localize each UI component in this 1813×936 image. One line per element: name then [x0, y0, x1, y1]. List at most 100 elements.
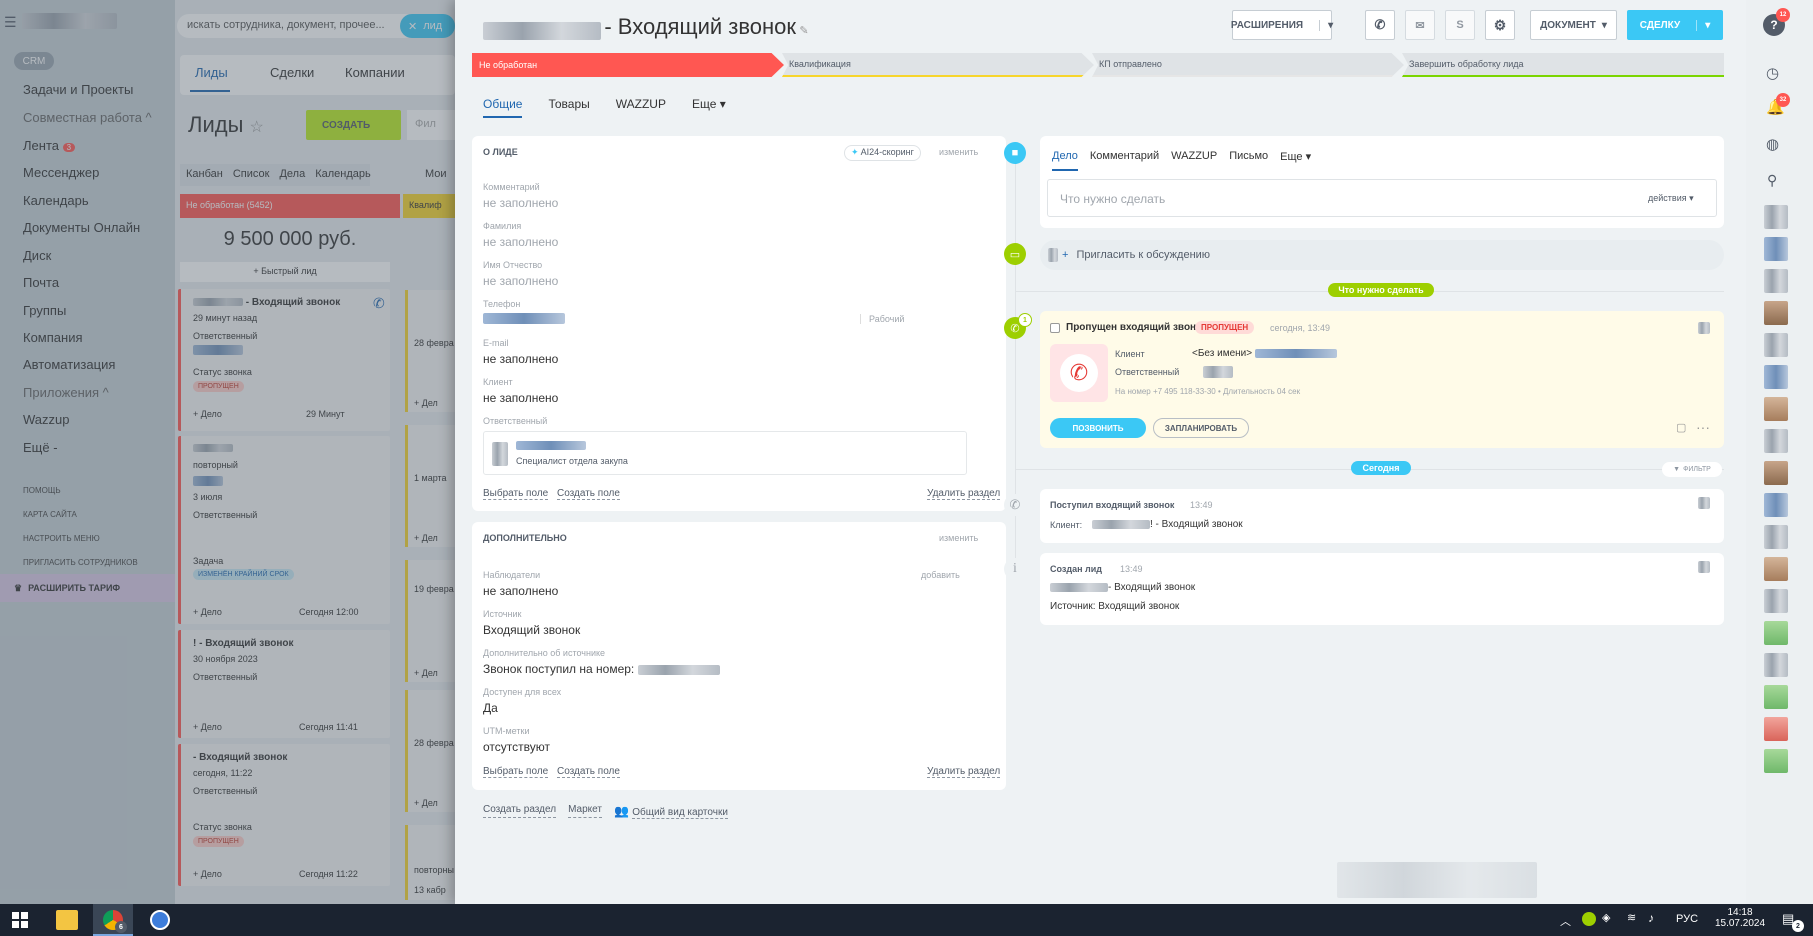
done-checkbox[interactable]: [1050, 323, 1060, 333]
tab-wazzup[interactable]: WAZZUP: [1171, 150, 1217, 171]
comment-value[interactable]: не заполнено: [483, 196, 558, 210]
call-button[interactable]: ✆: [1365, 10, 1395, 40]
avatar[interactable]: [1764, 237, 1788, 261]
delete-section-link[interactable]: Удалить раздел: [927, 488, 1001, 500]
people-icon: 👥: [613, 804, 629, 818]
settings-button[interactable]: ⚙: [1485, 10, 1515, 40]
market-link[interactable]: Маркет: [568, 804, 602, 818]
gear-icon: ⚙: [1493, 16, 1507, 33]
stage-offer-sent[interactable]: КП отправлено: [1092, 53, 1404, 77]
missed-call-title[interactable]: Пропущен входящий звонок: [1066, 322, 1207, 333]
convert-to-deal-button[interactable]: СДЕЛКУ ▾: [1627, 10, 1723, 40]
created-source: Источник: Входящий звонок: [1050, 601, 1180, 612]
card-view-link[interactable]: 👥 Общий вид карточки: [613, 804, 728, 819]
avatar[interactable]: [1764, 397, 1788, 421]
client-link[interactable]: ! - Входящий звонок: [1092, 519, 1243, 530]
edit-section-link[interactable]: изменить: [939, 533, 978, 543]
avatar[interactable]: [1764, 749, 1788, 773]
avatar[interactable]: [1764, 269, 1788, 293]
field-label: Дополнительно об источнике: [483, 648, 606, 658]
windows-start-icon[interactable]: [12, 912, 28, 928]
stage-qualification[interactable]: Квалификация: [782, 53, 1094, 77]
edit-pencil-icon[interactable]: ✎: [799, 25, 808, 37]
observers-value[interactable]: не заполнено: [483, 584, 558, 598]
avatar[interactable]: [1764, 493, 1788, 517]
avatar[interactable]: [1764, 333, 1788, 357]
opened-value[interactable]: Да: [483, 701, 498, 715]
select-field-link[interactable]: Выбрать поле: [483, 766, 549, 778]
avatar[interactable]: [1764, 621, 1788, 645]
created-lead-link[interactable]: - Входящий звонок: [1050, 582, 1195, 593]
responsible-name[interactable]: [516, 441, 586, 450]
stage-finish[interactable]: Завершить обработку лида: [1402, 53, 1724, 77]
schedule-button[interactable]: ЗАПЛАНИРОВАТЬ: [1153, 418, 1249, 438]
clock[interactable]: 14:18 15.07.2024: [1710, 907, 1770, 929]
volume-icon[interactable]: ♪: [1648, 911, 1654, 925]
tray-shield-icon[interactable]: ◈: [1602, 911, 1610, 924]
tab-more[interactable]: Еще ▾: [1280, 150, 1311, 171]
avatar[interactable]: [1764, 557, 1788, 581]
file-explorer-icon[interactable]: [56, 910, 78, 930]
bitrix-app-icon[interactable]: [150, 910, 170, 930]
phone-value[interactable]: [483, 313, 565, 324]
call-back-button[interactable]: ПОЗВОНИТЬ: [1050, 418, 1146, 438]
more-icon[interactable]: ···: [1696, 419, 1710, 435]
avatar[interactable]: [1764, 653, 1788, 677]
avatar[interactable]: [1764, 589, 1788, 613]
phone-type[interactable]: Рабочий: [860, 314, 904, 324]
create-field-link[interactable]: Создать поле: [557, 488, 620, 500]
ai-scoring-button[interactable]: ✦ AI24-скоринг: [844, 145, 921, 161]
extensions-button[interactable]: РАСШИРЕНИЯ ▾: [1231, 10, 1333, 40]
tab-general[interactable]: Общие: [483, 97, 523, 118]
delete-section-link[interactable]: Удалить раздел: [927, 766, 1001, 778]
avatar[interactable]: [1764, 685, 1788, 709]
invite-discussion[interactable]: + Пригласить к обсуждению: [1040, 240, 1724, 270]
tab-comment[interactable]: Комментарий: [1090, 150, 1159, 171]
language-indicator[interactable]: РУС: [1676, 913, 1698, 925]
filter-button[interactable]: ▼ ФИЛЬТР: [1662, 462, 1722, 477]
tab-activity[interactable]: Дело: [1052, 150, 1078, 171]
avatar[interactable]: [1764, 365, 1788, 389]
avatar: [1048, 248, 1058, 262]
client-value[interactable]: <Без имени>: [1192, 348, 1337, 359]
actions-dropdown[interactable]: действия ▾: [1648, 193, 1694, 204]
tray-chevron-icon[interactable]: ︿: [1560, 913, 1571, 929]
avatar[interactable]: [1764, 461, 1788, 485]
email-button[interactable]: ✉: [1405, 10, 1435, 40]
create-section-link[interactable]: Создать раздел: [483, 804, 557, 818]
tab-wazzup[interactable]: WAZZUP: [616, 97, 666, 118]
skype-button[interactable]: S: [1445, 10, 1475, 40]
tab-more[interactable]: Еще ▾: [692, 97, 726, 118]
avatar[interactable]: [1764, 301, 1788, 325]
ai-icon: ✦: [851, 147, 859, 157]
search-icon[interactable]: ⚲: [1767, 172, 1777, 189]
todo-input[interactable]: Что нужно сделать действия ▾: [1047, 179, 1717, 217]
responsible-box[interactable]: Специалист отдела закупа: [483, 431, 967, 475]
wifi-icon[interactable]: ≋: [1627, 911, 1636, 924]
source-extra-value[interactable]: Звонок поступил на номер:: [483, 662, 720, 676]
note-icon[interactable]: ▢: [1676, 421, 1686, 434]
source-value[interactable]: Входящий звонок: [483, 623, 580, 637]
email-value[interactable]: не заполнено: [483, 352, 558, 366]
firstname-value[interactable]: не заполнено: [483, 274, 558, 288]
create-field-link[interactable]: Создать поле: [557, 766, 620, 778]
avatar[interactable]: [1764, 429, 1788, 453]
chat-bubble-icon[interactable]: ◍: [1766, 135, 1779, 153]
add-observer-link[interactable]: добавить: [921, 570, 960, 580]
stage-new[interactable]: Не обработан: [472, 53, 784, 77]
avatar[interactable]: [1764, 717, 1788, 741]
chrome-taskbar-button[interactable]: 6: [93, 904, 133, 936]
select-field-link[interactable]: Выбрать поле: [483, 488, 549, 500]
tray-app-icon[interactable]: [1582, 912, 1596, 926]
avatar[interactable]: [1764, 205, 1788, 229]
tab-email[interactable]: Письмо: [1229, 150, 1268, 171]
overlay-dim[interactable]: [0, 0, 455, 904]
clock-icon[interactable]: ◷: [1766, 64, 1779, 82]
client-value[interactable]: не заполнено: [483, 391, 558, 405]
tab-products[interactable]: Товары: [548, 97, 589, 118]
lastname-value[interactable]: не заполнено: [483, 235, 558, 249]
document-button[interactable]: ДОКУМЕНТ ▾: [1530, 10, 1617, 40]
utm-value[interactable]: отсутствуют: [483, 740, 550, 754]
edit-section-link[interactable]: изменить: [939, 147, 978, 157]
avatar[interactable]: [1764, 525, 1788, 549]
